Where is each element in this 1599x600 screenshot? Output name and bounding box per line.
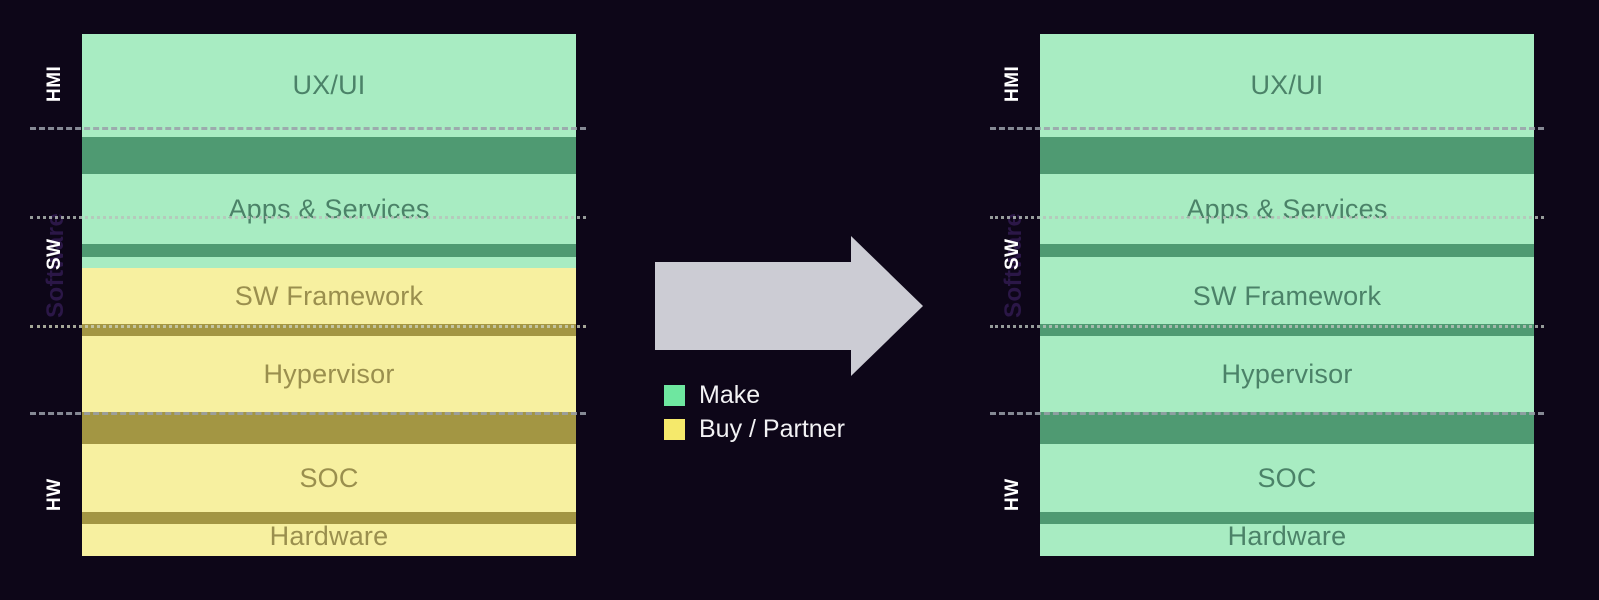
layer-label: SW Framework [1192,280,1382,311]
category-label-sw-right: SW [1002,238,1023,270]
legend-item-buy-partner[interactable]: Buy / Partner [664,412,845,446]
layer-label: Hypervisor [1221,358,1353,389]
category-label-sw-left: SW [44,238,65,270]
layer-label: Hardware [269,520,389,551]
right-category-rail: HMI Software SW HW [958,0,1040,600]
category-label-hw-right: HW [1002,478,1023,512]
divider-apps-swframework-left [82,244,576,257]
layer-soc-left[interactable]: SOC [82,444,576,512]
layer-label: SOC [1257,462,1317,493]
layer-apps-services-left[interactable]: Apps & Services [82,174,576,244]
category-label-hw-left: HW [44,478,65,512]
layer-label: SOC [299,462,359,493]
legend-label: Buy / Partner [699,414,845,443]
left-category-rail: HMI Software SW HW [0,0,82,600]
layer-label: UX/UI [292,70,366,100]
gap-strip-right [1040,257,1534,268]
layer-ux-ui-right[interactable]: UX/UI [1040,34,1534,137]
category-label-hmi-left: HMI [44,65,65,103]
layer-soc-right[interactable]: SOC [1040,444,1534,512]
layer-label: SW Framework [234,280,424,311]
gap-strip-left [82,257,576,268]
layer-label: UX/UI [1250,70,1324,100]
divider-apps-swframework-right [1040,244,1534,257]
legend-swatch-make [664,384,685,406]
legend-item-make[interactable]: Make [664,378,845,412]
dotted-line-apps-swframework-right [990,216,1544,219]
layer-label: Hypervisor [263,358,395,389]
legend: Make Buy / Partner [664,378,845,446]
legend-label: Make [699,380,761,409]
layer-label: Hardware [1227,520,1347,551]
divider-hypervisor-soc-right [1040,412,1534,444]
separator-hmi-sw-right [990,127,1544,130]
dotted-line-apps-swframework-left [30,216,586,219]
category-label-hmi-right: HMI [1002,65,1023,103]
layer-hypervisor-right[interactable]: Hypervisor [1040,336,1534,412]
layer-apps-services-right[interactable]: Apps & Services [1040,174,1534,244]
divider-ux-apps-left [82,137,576,174]
layer-hardware-right[interactable]: Hardware [1040,520,1534,556]
layer-hardware-left[interactable]: Hardware [82,520,576,556]
separator-sw-hw-left [30,412,586,415]
layer-sw-framework-left[interactable]: SW Framework [82,268,576,324]
transition-arrow [655,236,923,376]
legend-swatch-buy-partner [664,418,685,440]
divider-ux-apps-right [1040,137,1534,174]
layer-sw-framework-right[interactable]: SW Framework [1040,268,1534,324]
diagram-canvas: HMI Software SW HW HMI Software SW HW UX… [0,0,1599,600]
stack-current-state: UX/UI Apps & Services SW Framework Hyper… [82,34,576,556]
dotted-line-swframework-hypervisor-right [990,325,1544,328]
stack-target-state: UX/UI Apps & Services SW Framework Hyper… [1040,34,1534,556]
divider-hypervisor-soc-left [82,412,576,444]
separator-hmi-sw-left [30,127,586,130]
separator-sw-hw-right [990,412,1544,415]
layer-ux-ui-left[interactable]: UX/UI [82,34,576,137]
dotted-line-swframework-hypervisor-left [30,325,586,328]
arrow-right-icon [655,236,923,376]
layer-hypervisor-left[interactable]: Hypervisor [82,336,576,412]
